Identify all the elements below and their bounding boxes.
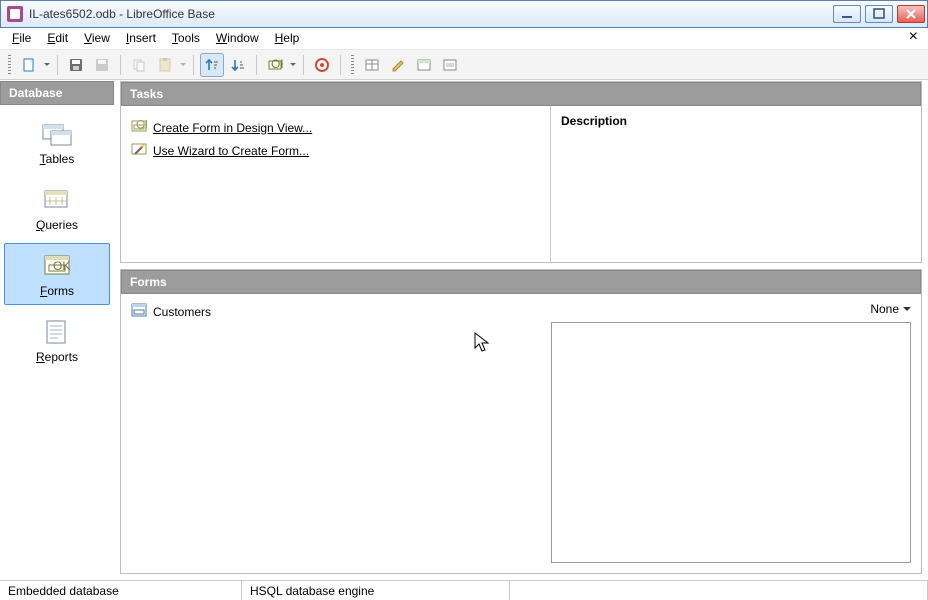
task-label: Create Form in Design View... (153, 121, 312, 135)
sidebar-item-label: Queries (36, 218, 78, 232)
form-item-label: Customers (153, 305, 211, 319)
svg-text:OK: OK (271, 57, 283, 71)
minimize-button[interactable] (833, 5, 861, 23)
queries-icon (39, 186, 75, 214)
new-button[interactable] (17, 53, 41, 77)
tasks-pane: Tasks OK Create Form in Design View... U… (120, 81, 922, 263)
app-icon (7, 6, 23, 22)
form-dropdown[interactable] (289, 60, 297, 69)
preview-box (551, 322, 911, 563)
sidebar-item-label: Forms (40, 284, 74, 298)
menubar: File Edit View Insert Tools Window Help … (0, 28, 928, 50)
database-sidebar: Database Tables Queries OK Forms (0, 81, 114, 580)
menu-tools[interactable]: Tools (164, 28, 208, 49)
paste-button[interactable] (153, 53, 177, 77)
description-column: Description (551, 106, 921, 262)
help-button[interactable] (310, 53, 334, 77)
sort-asc-button[interactable] (200, 53, 224, 77)
status-embedded: Embedded database (0, 581, 242, 600)
reports-icon (39, 318, 75, 346)
status-empty (510, 581, 928, 600)
paste-dropdown[interactable] (179, 60, 187, 69)
toolbar-grip (8, 55, 11, 75)
sidebar-item-queries[interactable]: Queries (4, 177, 110, 239)
svg-text:OK: OK (136, 118, 147, 132)
document-close-button[interactable]: × (903, 28, 924, 49)
sort-desc-button[interactable] (226, 53, 250, 77)
task-use-wizard[interactable]: Use Wizard to Create Form... (131, 139, 540, 162)
task-label: Use Wizard to Create Form... (153, 144, 309, 158)
forms-pane: Forms Customers None (120, 269, 922, 574)
form-item-icon (131, 302, 147, 321)
new-dropdown[interactable] (43, 60, 51, 69)
menu-edit[interactable]: Edit (39, 28, 76, 49)
toolbar: OK (0, 50, 928, 80)
task-list: OK Create Form in Design View... Use Wiz… (121, 106, 551, 262)
menu-insert[interactable]: Insert (118, 28, 164, 49)
copy-button[interactable] (127, 53, 151, 77)
sidebar-item-label: Reports (36, 350, 78, 364)
sidebar-item-reports[interactable]: Reports (4, 309, 110, 371)
menu-view[interactable]: View (76, 28, 118, 49)
open-tool-button[interactable] (412, 53, 436, 77)
sidebar-item-label: Tables (40, 152, 75, 166)
save-as-button[interactable] (90, 53, 114, 77)
tasks-header: Tasks (121, 82, 921, 106)
right-column: Tasks OK Create Form in Design View... U… (114, 81, 928, 580)
form-item-customers[interactable]: Customers (131, 302, 531, 321)
menu-window[interactable]: Window (208, 28, 267, 49)
menu-help[interactable]: Help (267, 28, 308, 49)
statusbar: Embedded database HSQL database engine (0, 580, 928, 600)
sidebar-item-tables[interactable]: Tables (4, 111, 110, 173)
rename-tool-button[interactable] (438, 53, 462, 77)
preview-mode-label: None (870, 302, 899, 316)
toolbar-grip-2 (351, 55, 354, 75)
menu-file[interactable]: File (4, 28, 39, 49)
titlebar: IL-ates6502.odb - LibreOffice Base (0, 0, 928, 28)
svg-text:OK: OK (53, 259, 70, 273)
description-label: Description (561, 114, 911, 128)
main-area: Database Tables Queries OK Forms (0, 80, 928, 580)
sidebar-item-forms[interactable]: OK Forms (4, 243, 110, 305)
forms-icon: OK (39, 252, 75, 280)
task-create-form-design[interactable]: OK Create Form in Design View... (131, 116, 540, 139)
wizard-icon (131, 141, 147, 160)
preview-mode-dropdown[interactable]: None (870, 300, 911, 322)
sidebar-header: Database (0, 81, 114, 105)
edit-tool-button[interactable] (386, 53, 410, 77)
forms-preview-column: None (541, 294, 921, 573)
maximize-button[interactable] (865, 5, 893, 23)
table-tool-button[interactable] (360, 53, 384, 77)
forms-list: Customers (121, 294, 541, 573)
forms-header: Forms (121, 270, 921, 294)
form-design-icon: OK (131, 118, 147, 137)
form-button[interactable]: OK (263, 53, 287, 77)
tables-icon (39, 120, 75, 148)
window-title: IL-ates6502.odb - LibreOffice Base (29, 7, 833, 21)
close-button[interactable] (897, 5, 925, 23)
save-button[interactable] (64, 53, 88, 77)
status-engine: HSQL database engine (242, 581, 510, 600)
